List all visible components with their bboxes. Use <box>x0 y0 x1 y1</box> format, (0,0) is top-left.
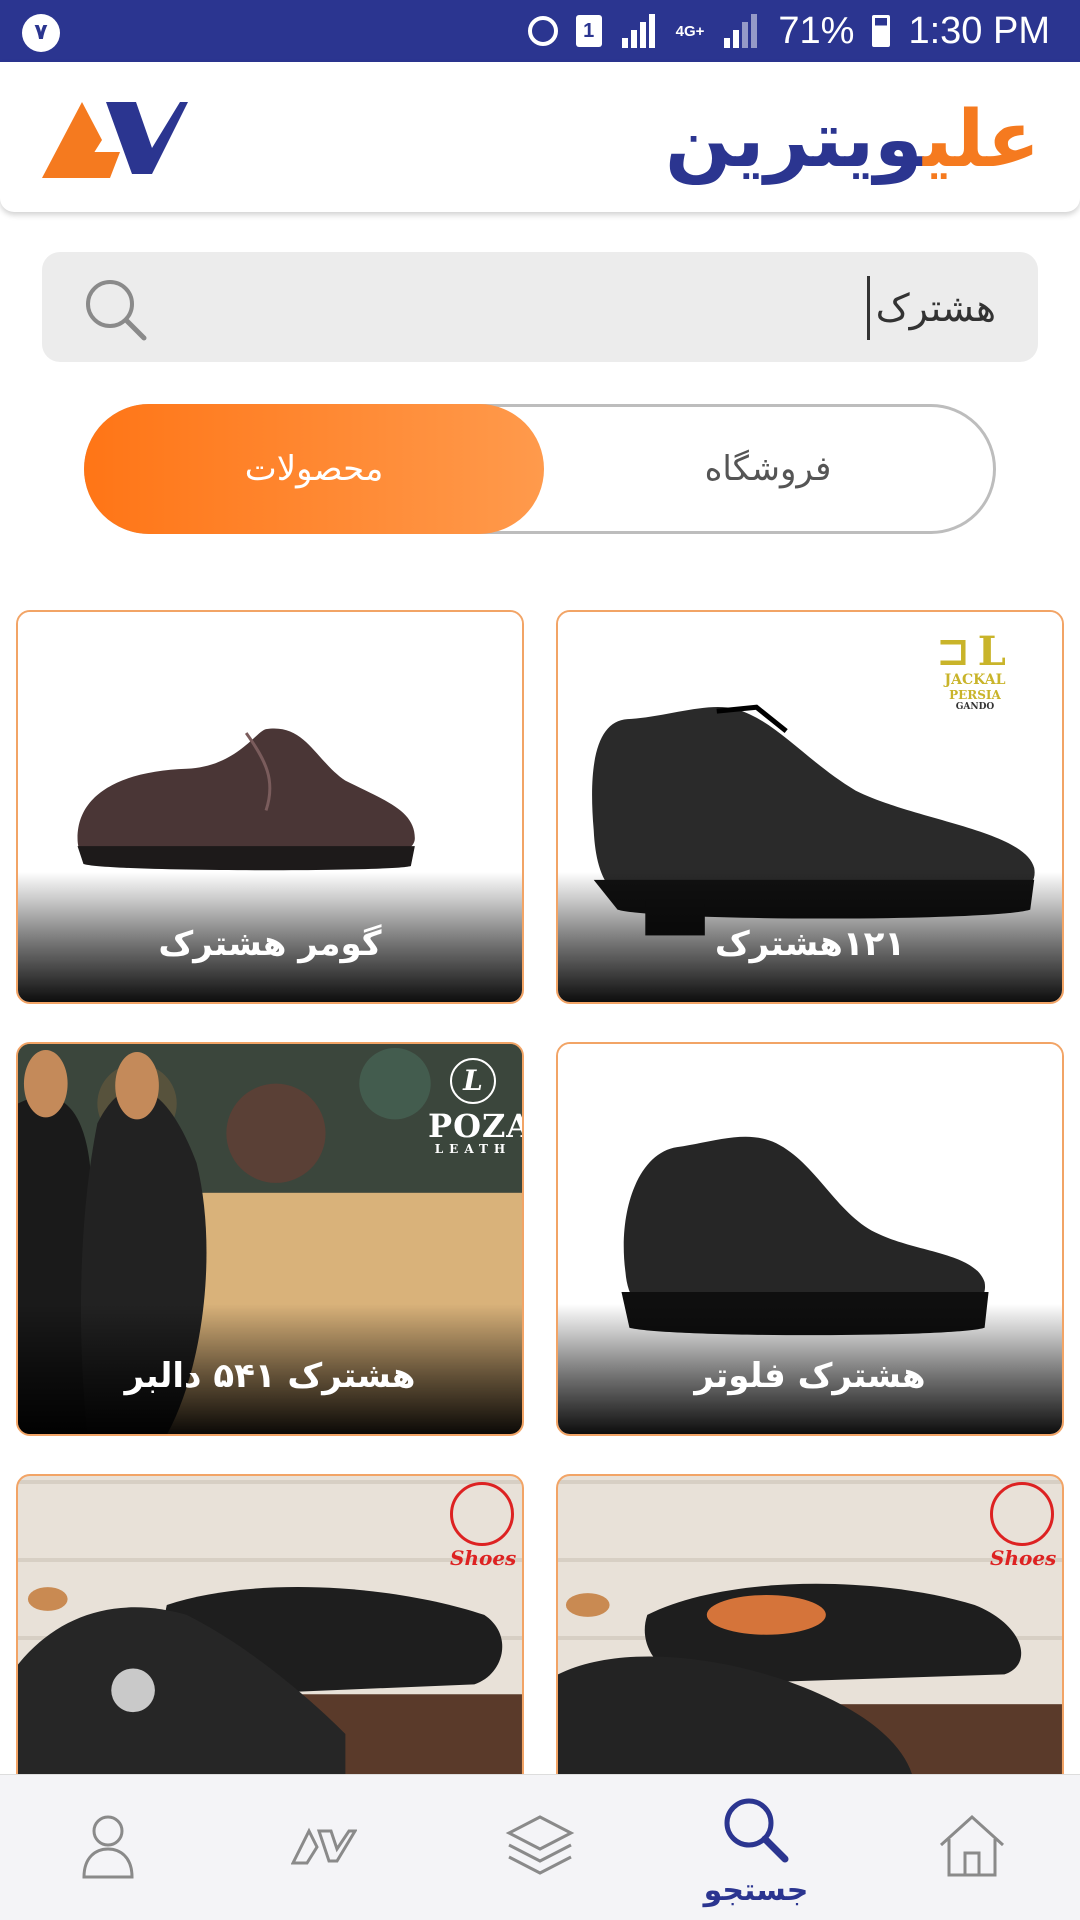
search-bar[interactable]: هشترک <box>42 252 1038 362</box>
brand-logo-shoes: Shoes <box>450 1482 520 1582</box>
home-icon <box>939 1814 1005 1877</box>
text-caret <box>866 276 870 340</box>
signal-icon-2 <box>722 14 760 48</box>
search-value: هشترک <box>875 286 996 330</box>
nav-search[interactable]: جستجو <box>648 1775 864 1920</box>
nav-home[interactable] <box>864 1775 1080 1920</box>
brand-wordmark: علیویترین <box>664 90 1042 190</box>
product-title: ۱۲۱هشترک <box>714 924 906 964</box>
battery-percent: 71% <box>778 9 855 52</box>
brand-logo-jackal: ⊐L JACKAL PERSIA GANDO <box>936 628 1014 713</box>
product-card[interactable]: L POZA LEATH هشترک ۵۴۱ دالبر <box>16 1042 524 1436</box>
status-bar: ۷ 1 4G+ 71% 1:30 PM <box>0 0 1080 62</box>
search-input[interactable]: هشترک <box>866 276 996 340</box>
nav-search-label: جستجو <box>703 1873 809 1908</box>
signal-icon <box>620 14 658 48</box>
tab-products[interactable]: محصولات <box>84 404 544 534</box>
alarm-icon <box>527 16 558 46</box>
notification-badge: ۷ <box>22 14 60 52</box>
product-card[interactable]: گومر هشترک <box>16 610 524 1004</box>
brand-logo-shoes: Shoes <box>990 1482 1060 1582</box>
product-card[interactable]: Shoes <box>16 1474 524 1794</box>
clock: 1:30 PM <box>908 9 1050 52</box>
status-icons: 1 4G+ 71% 1:30 PM <box>527 8 1050 54</box>
product-title: هشترک فلوتر <box>694 1356 926 1396</box>
tab-stores[interactable]: فروشگاه <box>543 407 993 531</box>
profile-icon <box>82 1815 134 1879</box>
product-title: هشترک ۵۴۱ دالبر <box>124 1356 416 1396</box>
product-card[interactable]: Shoes <box>556 1474 1064 1794</box>
product-image <box>558 1583 1062 1792</box>
search-icon <box>724 1798 789 1863</box>
result-type-toggle: محصولات فروشگاه <box>84 404 996 534</box>
brand-part-ali: علی <box>923 95 1042 185</box>
layers-icon <box>505 1815 575 1875</box>
brand-icon <box>291 1827 357 1865</box>
nav-categories[interactable] <box>432 1775 648 1920</box>
brand-logo-poza: L POZA LEATH <box>428 1058 522 1156</box>
app-logo-icon[interactable] <box>40 92 190 180</box>
nav-profile[interactable] <box>0 1775 216 1920</box>
bottom-navigation: جستجو <box>0 1774 1080 1920</box>
product-image <box>18 1587 522 1792</box>
app-header: علیویترین <box>0 62 1080 212</box>
product-card[interactable]: هشترک فلوتر <box>556 1042 1064 1436</box>
search-icon[interactable] <box>82 276 148 342</box>
network-type: 4G+ <box>675 22 705 40</box>
nav-brand[interactable] <box>216 1775 432 1920</box>
product-title: گومر هشترک <box>158 924 382 964</box>
sim-icon: 1 <box>575 15 602 47</box>
battery-icon <box>872 15 891 47</box>
brand-part-vitrin: ویترین <box>664 95 925 185</box>
product-card[interactable]: ⊐L JACKAL PERSIA GANDO ۱۲۱هشترک <box>556 610 1064 1004</box>
